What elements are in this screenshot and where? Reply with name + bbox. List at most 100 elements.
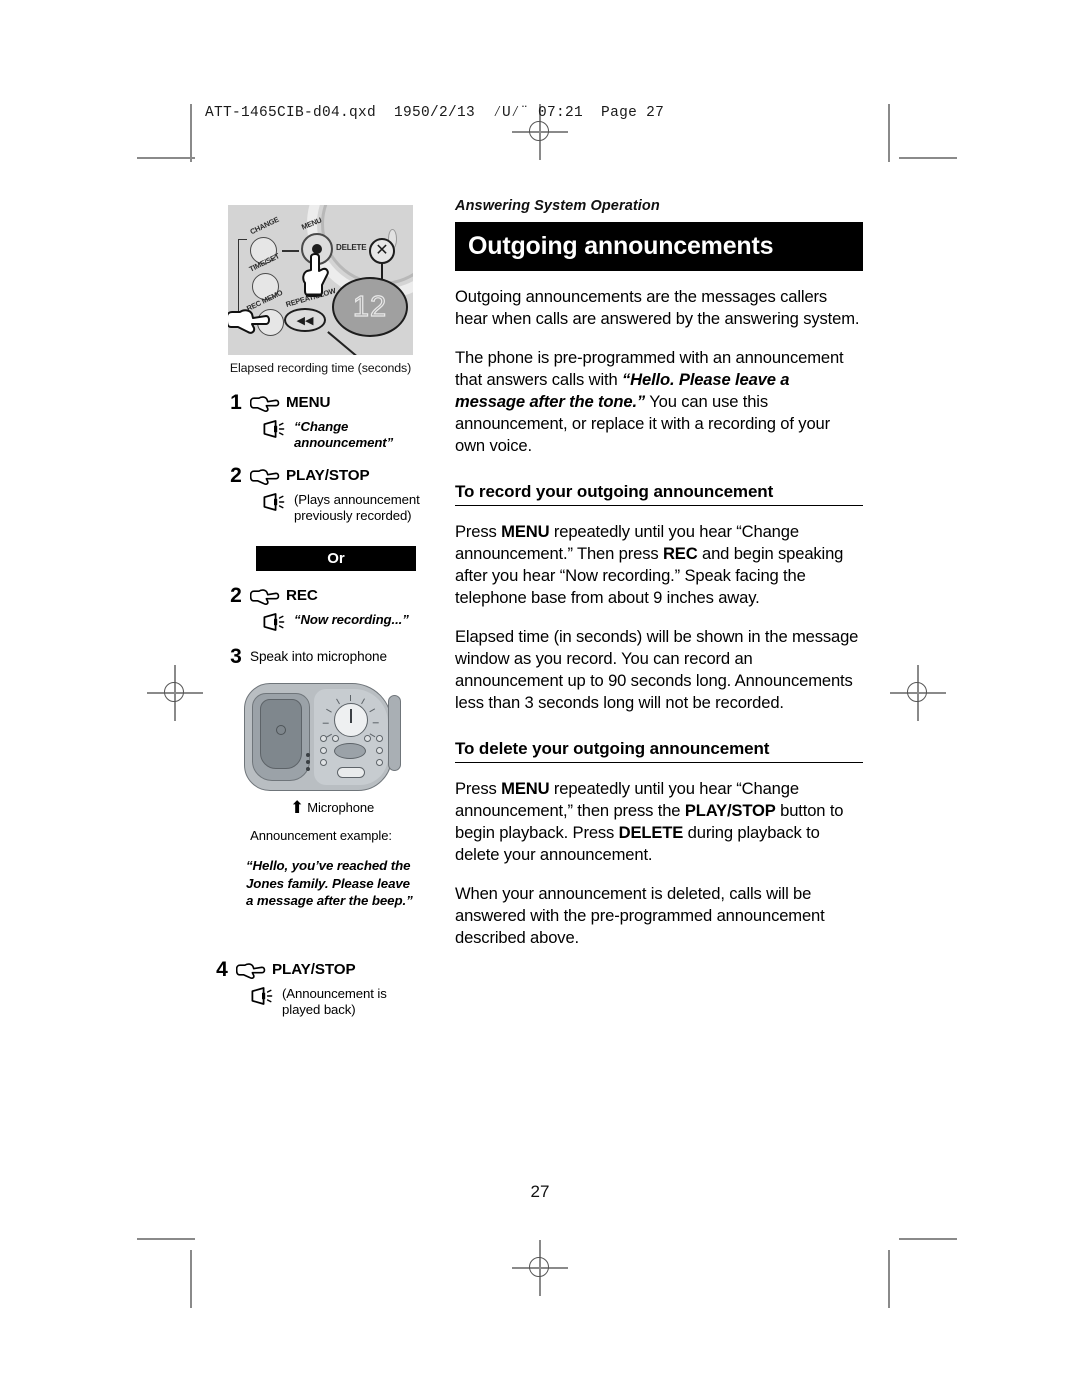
delete-b3-delete: DELETE <box>618 823 684 843</box>
step-number: 4 <box>216 958 228 982</box>
intro-paragraph: Outgoing announcements are the messages … <box>455 287 860 329</box>
step-number: 3 <box>230 645 242 669</box>
record-b1-menu: MENU <box>501 522 550 542</box>
step-feedback: “Now recording...” <box>228 612 426 632</box>
step-item: 1 MENU “Change announcement” <box>228 392 426 451</box>
phone-microphone-holes <box>306 753 311 773</box>
delete-button[interactable]: ✕ <box>369 238 395 264</box>
up-arrow-icon: ⬆ <box>290 798 305 818</box>
record-p1: Press <box>455 522 502 542</box>
step-row: 2 PLAY/STOP <box>228 465 426 486</box>
pointing-hand-icon <box>250 589 280 605</box>
step-feedback: (Plays announcement previously recorded) <box>228 492 426 524</box>
or-divider: Or <box>256 546 416 572</box>
registration-circle <box>529 1257 549 1277</box>
registration-mark-right <box>890 665 946 721</box>
delete-p1: Press <box>455 779 502 799</box>
pointing-hand-icon <box>228 309 270 334</box>
crop-mark-top-right-vertical <box>888 104 890 162</box>
speaker-icon <box>263 613 285 632</box>
step-item: 4 PLAY/STOP (Announcement is played back… <box>216 959 426 1018</box>
step-item: 2 PLAY/STOP (Plays announcement previous… <box>228 465 426 524</box>
panel-connector-line <box>282 250 299 252</box>
step-button-label: PLAY/STOP <box>272 961 356 979</box>
step-row: 2 REC <box>228 585 426 606</box>
microphone-label: Microphone <box>307 800 375 816</box>
pointing-hand-icon <box>250 468 280 485</box>
control-panel-illustration: CHANGE MENU TIME/SET REC MEMO ◀◀ REPEAT/… <box>228 205 413 355</box>
record-b2-rec: REC <box>662 544 698 564</box>
speaker-icon <box>251 987 273 1006</box>
left-column: CHANGE MENU TIME/SET REC MEMO ◀◀ REPEAT/… <box>216 205 426 1018</box>
page-title: Outgoing announcements <box>468 232 774 260</box>
change-button-label: CHANGE <box>248 214 281 237</box>
phone-dial-pointer <box>350 709 352 724</box>
step-button-label: PLAY/STOP <box>286 467 370 485</box>
delete-b2-playstop: PLAY/STOP <box>684 801 776 821</box>
manual-page: ATT-1465CIB-d04.qxd 1950/2/13 ⁄U⁄¨ 07:21… <box>0 0 1080 1397</box>
speaker-icon <box>263 420 285 438</box>
step-row: 1 MENU <box>228 392 426 413</box>
step-feedback-text: “Change announcement” <box>294 419 394 451</box>
steps-final: 4 PLAY/STOP (Announcement is played back… <box>216 959 426 1018</box>
phone-base-illustration <box>236 679 412 797</box>
delete-instruction-paragraph: Press MENU repeatedly until you hear “Ch… <box>455 778 863 866</box>
delete-result-paragraph: When your announcement is deleted, calls… <box>455 883 825 948</box>
step-feedback: “Change announcement” <box>228 419 426 451</box>
message-window-display: 12 <box>332 277 408 337</box>
crop-mark-bottom-left-horizontal <box>137 1238 195 1240</box>
steps-primary: 1 MENU “Change announcement” 2 PLAY/STOP… <box>228 392 426 524</box>
control-panel-caption: Elapsed recording time (seconds) <box>229 361 412 375</box>
record-elapsed-paragraph: Elapsed time (in seconds) will be shown … <box>455 626 859 713</box>
delete-button-label: DELETE <box>336 243 367 252</box>
announcement-example-quote: “Hello, you’ve reached the Jones family.… <box>246 858 413 908</box>
delete-section-heading: To delete your outgoing announcement <box>455 739 863 764</box>
step-row: 4 PLAY/STOP <box>214 959 426 980</box>
step-feedback-text: (Plays announcement previously recorded) <box>294 492 420 524</box>
crop-mark-bottom-left-vertical <box>190 1250 192 1308</box>
phone-pill-key[interactable] <box>337 767 365 779</box>
repeat-slow-button[interactable]: ◀◀ <box>284 308 326 332</box>
preprogrammed-paragraph: The phone is pre-programmed with an anno… <box>455 347 863 457</box>
step-feedback-text: “Now recording...” <box>294 612 409 628</box>
crop-mark-top-left-vertical <box>190 104 192 162</box>
step-row: 3 Speak into microphone <box>228 646 426 667</box>
announcement-example-label: Announcement example: <box>250 828 392 844</box>
quark-slug-line: ATT-1465CIB-d04.qxd 1950/2/13 ⁄U⁄¨ 07:21… <box>205 105 665 121</box>
step-item: 2 REC “Now recording...” <box>228 585 426 632</box>
registration-circle <box>529 121 549 141</box>
step-instruction-text: Speak into microphone <box>250 649 387 665</box>
speaker-icon <box>263 493 285 512</box>
chapter-banner: Outgoing announcements <box>455 222 863 271</box>
keypad-tick <box>350 695 352 702</box>
step-number: 1 <box>230 391 242 414</box>
registration-circle <box>907 682 927 702</box>
running-head: Answering System Operation <box>455 198 660 214</box>
step-button-label: MENU <box>286 394 331 411</box>
record-section-heading: To record your outgoing announcement <box>455 482 863 507</box>
registration-circle <box>164 682 184 702</box>
page-number: 27 <box>530 1182 550 1201</box>
registration-mark-bottom <box>512 1240 568 1296</box>
phone-antenna <box>388 695 401 772</box>
pointing-hand-icon <box>236 962 266 979</box>
steps-alternate: 2 REC “Now recording...” 3 Speak into mi… <box>228 585 426 667</box>
registration-mark-left <box>147 665 203 721</box>
crop-mark-bottom-right-vertical <box>888 1250 890 1308</box>
step-feedback-text: (Announcement is played back) <box>282 986 387 1018</box>
step-feedback: (Announcement is played back) <box>228 986 426 1018</box>
step-button-label: REC <box>286 587 318 605</box>
crop-mark-bottom-right-horizontal <box>899 1238 957 1240</box>
delete-b1-menu: MENU <box>501 779 550 799</box>
crop-mark-top-left-horizontal <box>137 157 195 159</box>
delete-stem-line <box>381 263 383 279</box>
step-number: 2 <box>230 584 242 608</box>
elapsed-seconds-value: 12 <box>352 290 388 323</box>
right-column: Answering System Operation Outgoing anno… <box>455 198 863 966</box>
crop-mark-top-right-horizontal <box>899 157 957 159</box>
pointing-hand-icon <box>302 253 329 297</box>
microphone-callout: ⬆ Microphone <box>290 799 426 816</box>
step-number: 2 <box>230 464 242 488</box>
pointing-hand-icon <box>250 395 280 412</box>
record-instruction-paragraph: Press MENU repeatedly until you hear “Ch… <box>455 521 863 609</box>
